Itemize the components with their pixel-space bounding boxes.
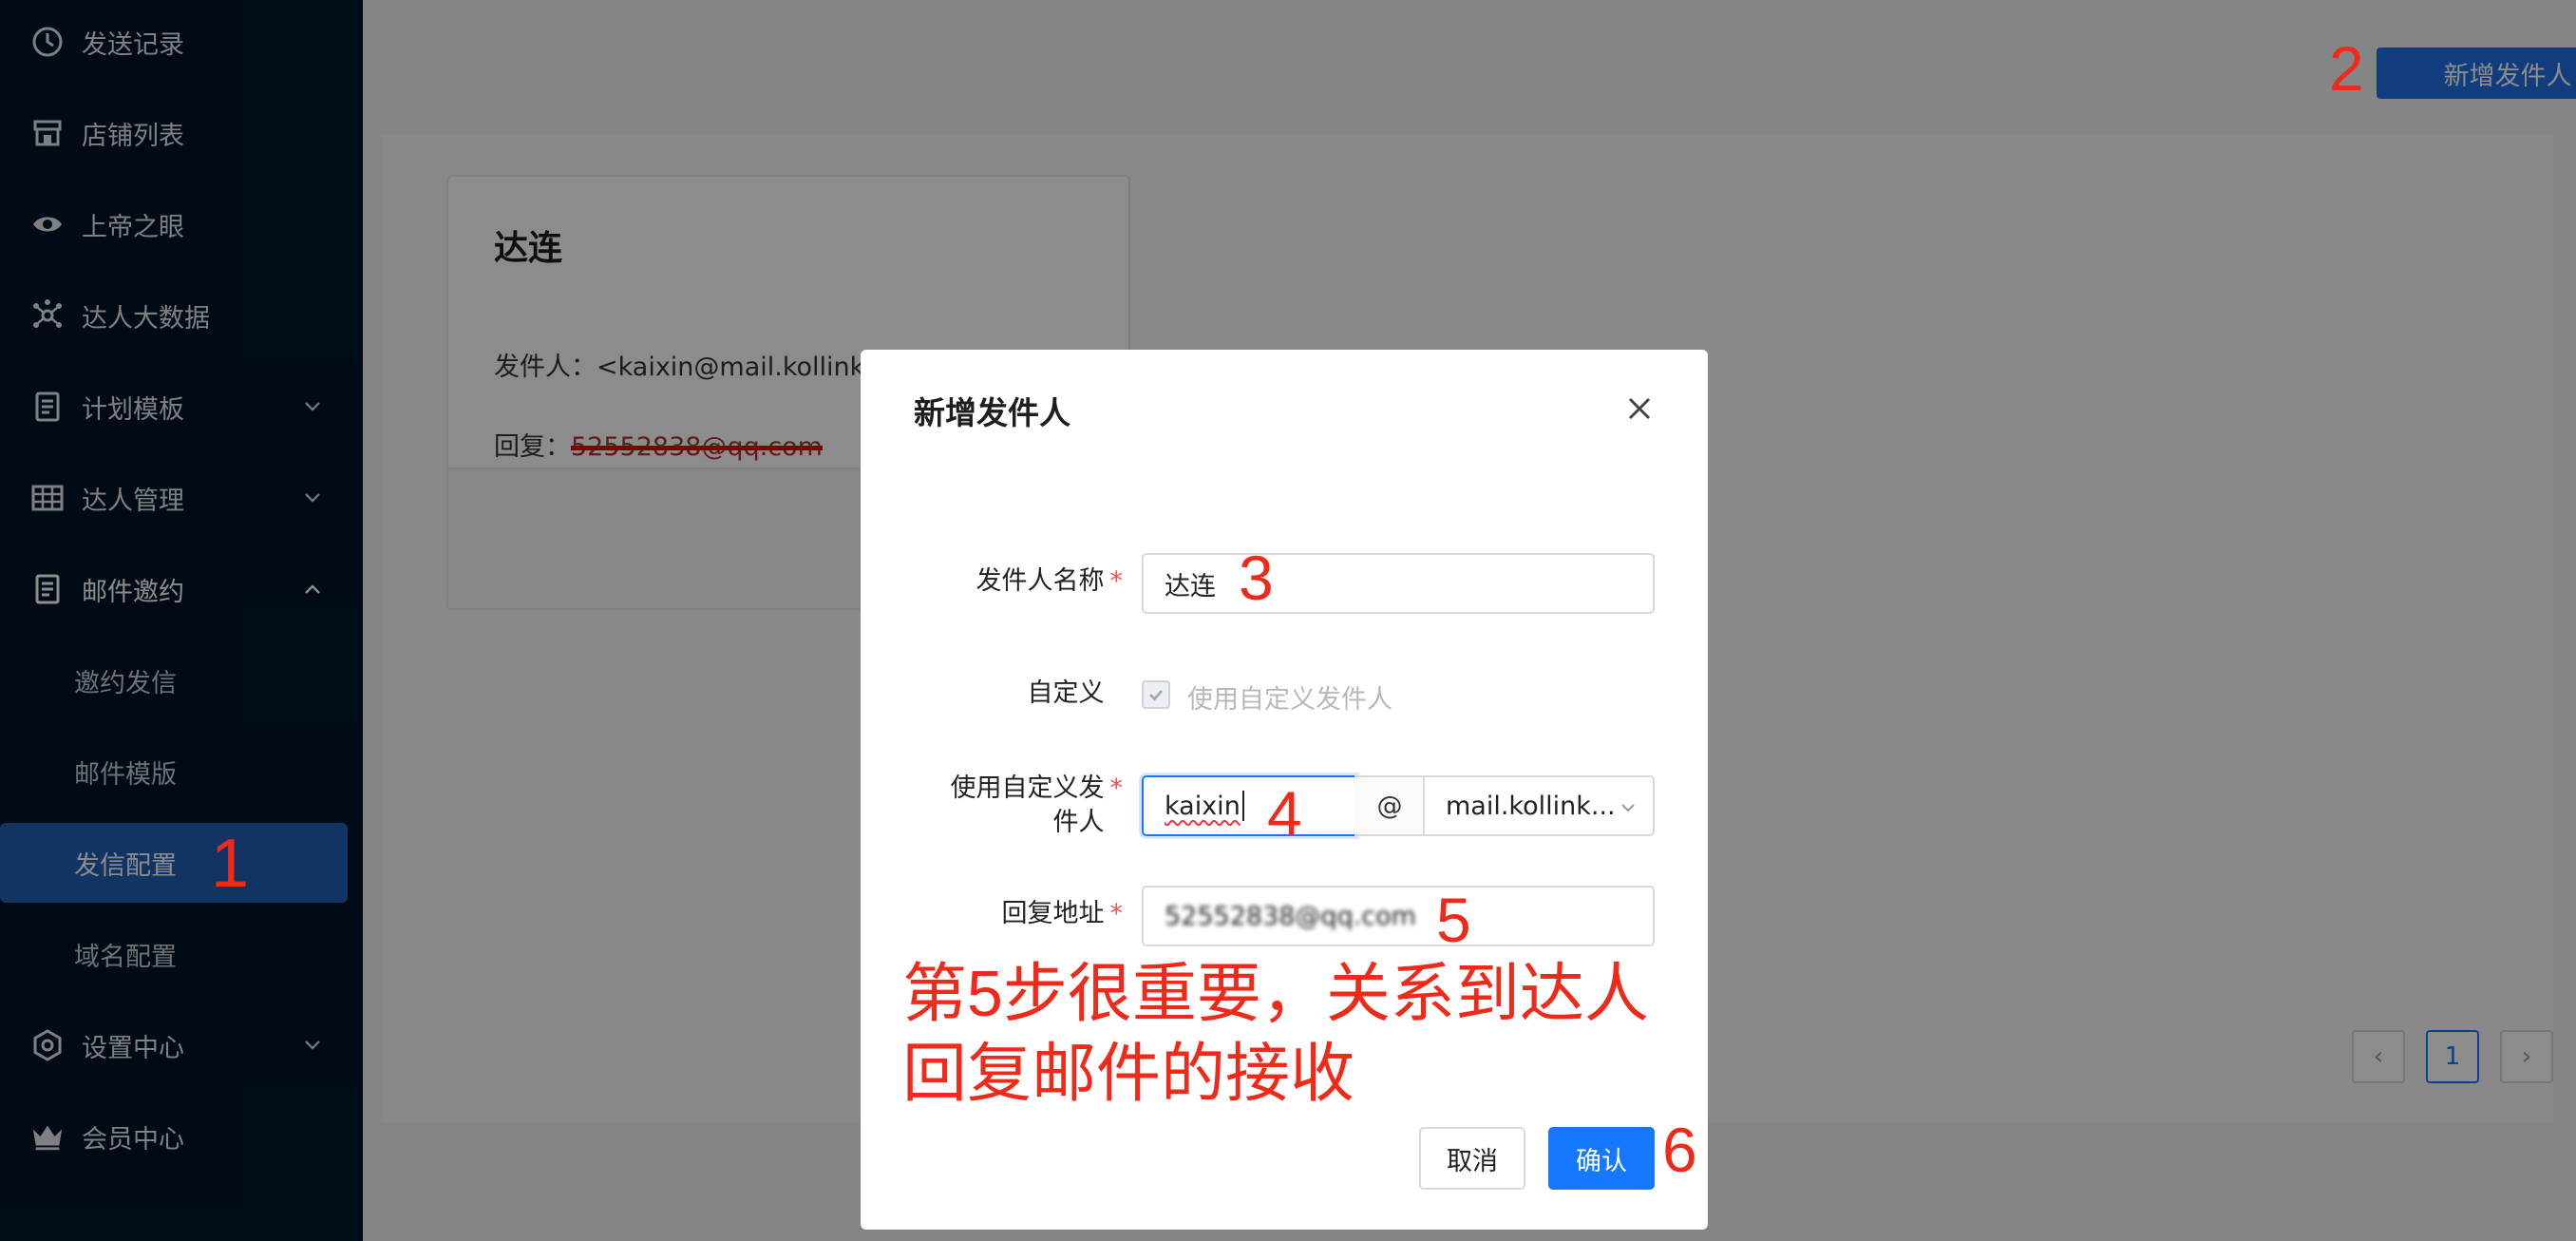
annotation-step-6: 6 (1662, 1115, 1697, 1185)
annotation-note-line-2: 回复邮件的接收 (902, 1038, 1355, 1110)
use-custom-sender-label: 使用自定义发件人 (1187, 685, 1392, 715)
close-icon[interactable] (1620, 390, 1658, 428)
sender-name-input[interactable]: 达连 (1142, 553, 1655, 614)
sender-name-label: 发件人名称 * (975, 566, 1124, 596)
annotation-step-3: 3 (1239, 543, 1274, 613)
domain-select[interactable]: mail.kollink... (1423, 775, 1655, 836)
checkmark-icon (1149, 690, 1164, 701)
custom-sender-label: 使用自定义发*件人* (950, 773, 1124, 837)
modal-title: 新增发件人 (914, 394, 1070, 431)
custom-sender-input[interactable]: kaixin (1142, 775, 1356, 836)
reply-address-input[interactable]: 52552838@qq.com (1142, 886, 1655, 946)
custom-label: 自定义* (1027, 678, 1105, 708)
use-custom-sender-checkbox[interactable] (1142, 680, 1170, 709)
cancel-button[interactable]: 取消 (1419, 1127, 1525, 1190)
confirm-button[interactable]: 确认 (1548, 1127, 1655, 1190)
chevron-down-icon (1621, 804, 1635, 812)
annotation-note-line-1: 第5步很重要，关系到达人 (902, 958, 1649, 1030)
annotation-note: 第5步很重要，关系到达人 回复邮件的接收 (902, 954, 1649, 1114)
reply-address-label: 回复地址 * (1001, 899, 1124, 928)
at-symbol-addon: @ (1354, 775, 1425, 836)
annotation-step-4: 4 (1267, 778, 1302, 849)
annotation-step-2: 2 (2329, 33, 2364, 104)
annotation-step-1: 1 (211, 826, 250, 902)
annotation-step-5: 5 (1436, 885, 1471, 955)
